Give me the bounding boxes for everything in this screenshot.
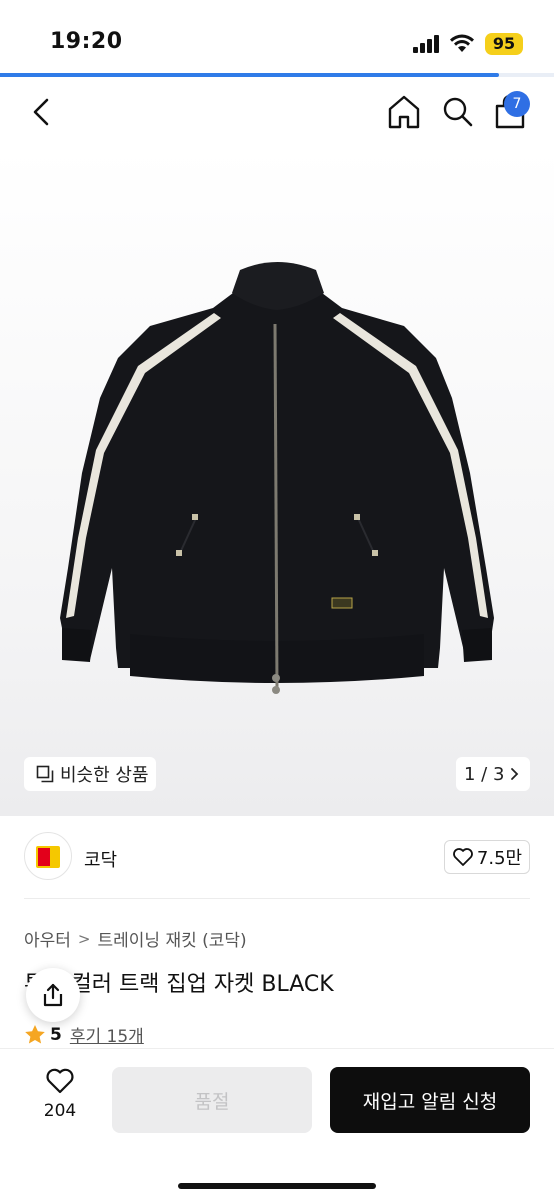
top-nav [0,78,554,148]
wishlist-count: 204 [43,1101,77,1121]
cart-count-badge: 7 [504,91,530,117]
wishlist-button[interactable]: 204 [34,1067,86,1133]
divider [24,898,530,899]
search-icon[interactable] [438,92,478,132]
back-icon[interactable] [26,94,58,130]
share-button[interactable] [26,968,80,1022]
battery-indicator: 95 [485,33,523,55]
home-icon[interactable] [384,92,424,132]
heart-icon [453,848,473,866]
rating-row: 5 후기 15개 [24,1022,144,1047]
status-bar: 19:20 95 [0,0,554,74]
image-page-indicator[interactable]: 1 / 3 [456,757,530,791]
similar-products-icon [36,765,54,783]
home-indicator [178,1183,376,1189]
chevron-right-icon [511,768,519,780]
soldout-button: 품절 [112,1067,312,1133]
restock-alert-button[interactable]: 재입고 알림 신청 [330,1067,530,1133]
share-icon [43,983,63,1007]
image-page-text: 1 / 3 [464,763,505,785]
breadcrumb-item-training-jacket[interactable]: 트레이닝 재킷 (코닥) [98,926,247,951]
breadcrumb: 아우터 > 트레이닝 재킷 (코닥) [24,926,247,952]
brand-row: 코닥 7.5만 [0,816,554,900]
page-load-progress-fill [0,73,499,77]
breadcrumb-separator-icon: > [77,929,91,948]
similar-products-button[interactable]: 비슷한 상품 [24,757,156,791]
bottom-action-bar: 204 품절 재입고 알림 신청 [0,1048,554,1200]
cellular-signal-icon [413,35,443,53]
breadcrumb-item-outer[interactable]: 아우터 [24,926,71,951]
rating-value: 5 [50,1024,62,1045]
jacket-image [60,262,494,694]
brand-like-count: 7.5만 [476,848,523,869]
page-load-progress [0,73,554,77]
status-time: 19:20 [50,29,123,54]
brand-name[interactable]: 코닥 [84,846,117,872]
brand-logo[interactable] [24,832,72,880]
similar-products-label: 비슷한 상품 [60,765,149,786]
wifi-icon [450,34,474,52]
heart-icon [46,1068,74,1094]
brand-like-button[interactable]: 7.5만 [444,840,530,874]
product-image-gallery[interactable]: 비슷한 상품 1 / 3 [0,148,554,816]
star-icon [25,1025,45,1044]
review-count-link[interactable]: 후기 15개 [70,1022,144,1047]
